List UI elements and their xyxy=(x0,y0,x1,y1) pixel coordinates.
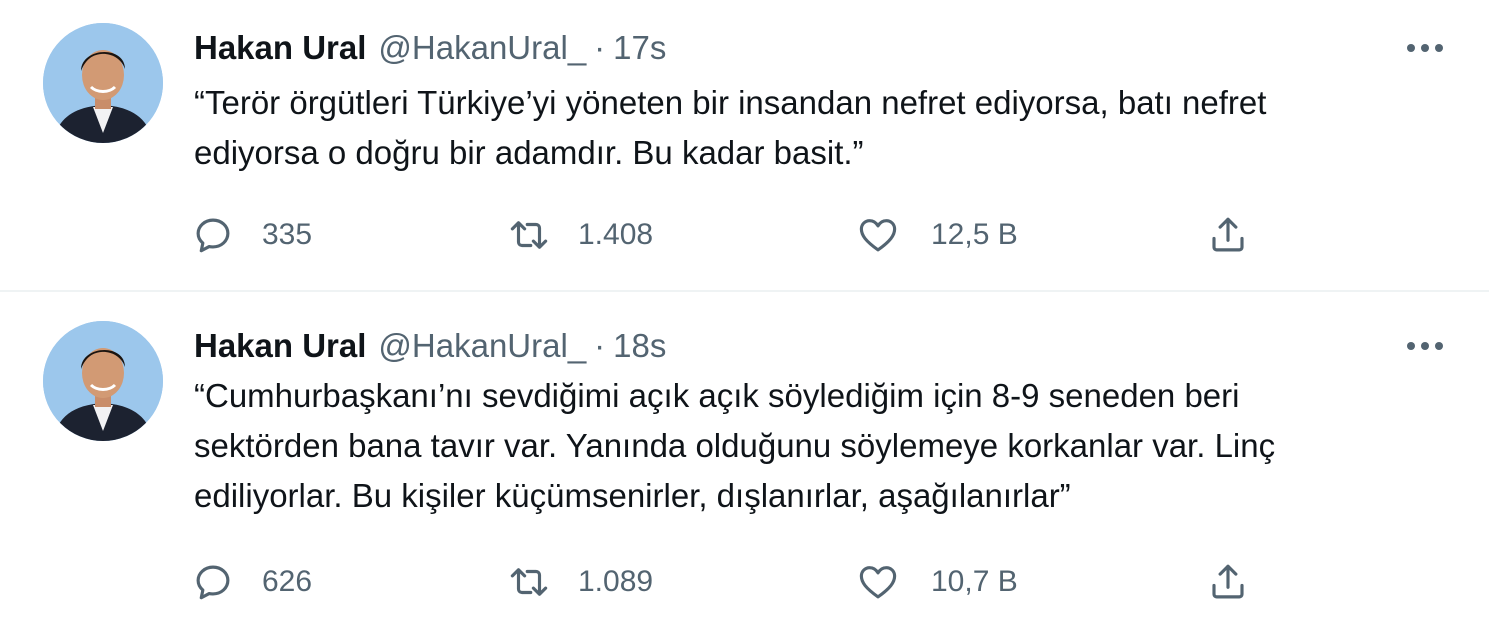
author-name[interactable]: Hakan Ural xyxy=(194,29,366,67)
share-icon xyxy=(1207,214,1249,256)
tweet-text: “Cumhurbaşkanı’nı sevdiğimi açık açık sö… xyxy=(194,377,1276,514)
reply-count: 335 xyxy=(262,218,313,251)
reply-count: 626 xyxy=(262,565,313,598)
tweet-header: Hakan Ural @HakanUral_ · 17s xyxy=(194,24,1449,72)
like-button[interactable]: 10,7 B xyxy=(857,557,1018,607)
author-name[interactable]: Hakan Ural xyxy=(194,327,366,365)
retweet-button[interactable]: 1.408 xyxy=(508,210,653,260)
more-options-button[interactable] xyxy=(1401,24,1449,72)
like-count: 12,5 B xyxy=(931,218,1018,251)
reply-button[interactable]: 335 xyxy=(192,210,312,260)
share-button[interactable] xyxy=(1207,557,1249,607)
tweet-header: Hakan Ural @HakanUral_ · 18s xyxy=(194,322,1449,370)
retweet-icon xyxy=(508,214,550,256)
tweet-timeline: Hakan Ural @HakanUral_ · 17s “Terör örgü… xyxy=(0,0,1489,623)
heart-icon xyxy=(857,214,899,256)
retweet-count: 1.089 xyxy=(578,565,654,598)
separator-dot: · xyxy=(594,327,606,364)
retweet-button[interactable]: 1.089 xyxy=(508,557,653,607)
author-handle[interactable]: @HakanUral_ xyxy=(378,29,586,67)
more-horizontal-icon xyxy=(1407,44,1443,52)
share-icon xyxy=(1207,561,1249,603)
like-count: 10,7 B xyxy=(931,565,1018,598)
reply-button[interactable]: 626 xyxy=(192,557,312,607)
tweet[interactable]: Hakan Ural @HakanUral_ · 17s “Terör örgü… xyxy=(0,0,1489,292)
tweet-timestamp[interactable]: 17s xyxy=(613,29,666,67)
heart-icon xyxy=(857,561,899,603)
retweet-icon xyxy=(508,561,550,603)
avatar-portrait-icon xyxy=(43,321,163,441)
tweet-text: “Terör örgütleri Türkiye’yi yöneten bir … xyxy=(194,84,1267,171)
avatar[interactable] xyxy=(43,321,163,441)
tweet-actions: 335 1.408 12,5 B xyxy=(0,210,1489,260)
more-options-button[interactable] xyxy=(1401,322,1449,370)
more-horizontal-icon xyxy=(1407,342,1443,350)
avatar-portrait-icon xyxy=(43,23,163,143)
avatar[interactable] xyxy=(43,23,163,143)
tweet-timestamp[interactable]: 18s xyxy=(613,327,666,365)
tweet-actions: 626 1.089 10,7 B xyxy=(0,557,1489,607)
tweet[interactable]: Hakan Ural @HakanUral_ · 18s “Cumhurbaşk… xyxy=(0,292,1489,623)
author-handle[interactable]: @HakanUral_ xyxy=(378,327,586,365)
share-button[interactable] xyxy=(1207,210,1249,260)
like-button[interactable]: 12,5 B xyxy=(857,210,1018,260)
reply-bubble-icon xyxy=(192,214,234,256)
separator-dot: · xyxy=(594,29,606,66)
reply-bubble-icon xyxy=(192,561,234,603)
retweet-count: 1.408 xyxy=(578,218,654,251)
